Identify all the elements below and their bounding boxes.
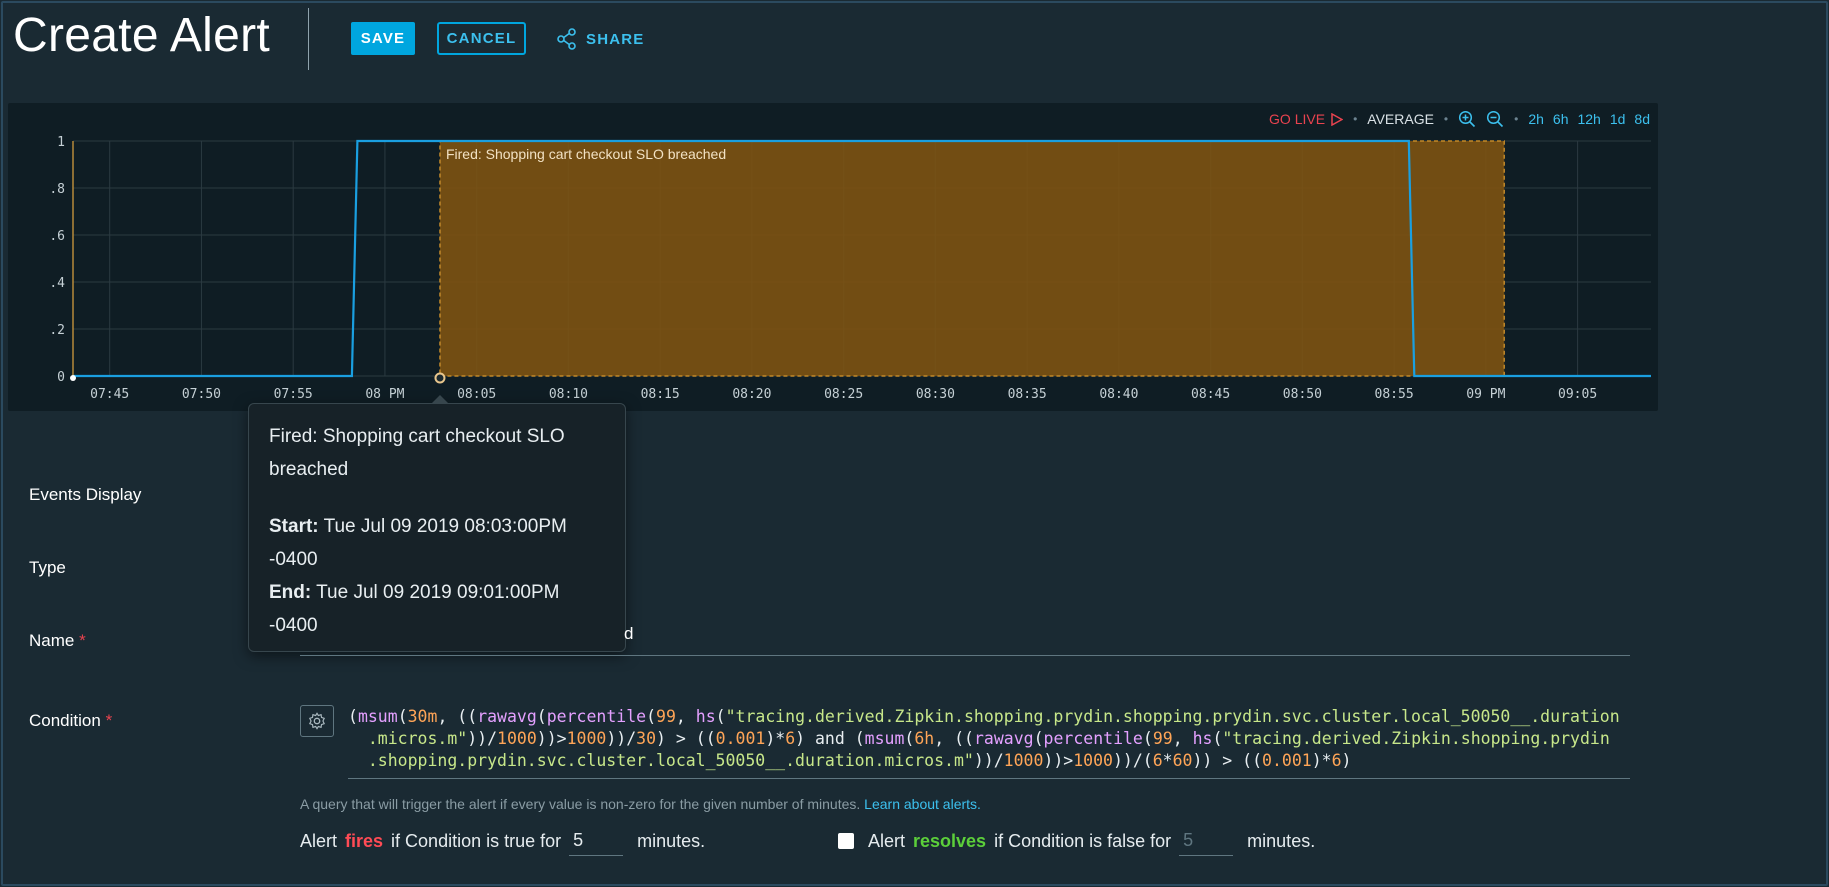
aggregation-dropdown[interactable]: AVERAGE: [1367, 111, 1434, 127]
tooltip-title: Fired: Shopping cart checkout SLO breach…: [269, 426, 565, 480]
resolves-minutes-input[interactable]: 5: [1179, 826, 1234, 856]
query-settings-button[interactable]: [300, 705, 334, 737]
condition-hint: A query that will trigger the alert if e…: [300, 796, 981, 812]
x-tick-label: 08:10: [549, 387, 588, 402]
resolves-row: Alert resolves if Condition is false for…: [838, 826, 1315, 856]
x-tick-label: 08:25: [824, 387, 863, 402]
fires-minutes-input[interactable]: 5: [569, 826, 624, 856]
range-8d-button[interactable]: 8d: [1634, 111, 1650, 127]
range-12h-button[interactable]: 12h: [1577, 111, 1600, 127]
type-label: Type: [29, 558, 66, 577]
axis-origin-dot: [70, 375, 76, 381]
share-icon: [557, 28, 576, 50]
gear-icon: [308, 712, 326, 730]
x-tick-label: 08:35: [1008, 387, 1047, 402]
go-live-button[interactable]: GO LIVE: [1269, 111, 1344, 127]
share-button[interactable]: SHARE: [556, 24, 645, 54]
x-tick-label: 09 PM: [1466, 387, 1505, 402]
x-tick-label: 08:40: [1099, 387, 1138, 402]
range-1d-button[interactable]: 1d: [1610, 111, 1626, 127]
learn-about-alerts-link[interactable]: Learn about alerts.: [864, 796, 981, 812]
y-tick-label: .8: [49, 182, 65, 197]
resolves-checkbox[interactable]: [838, 833, 854, 849]
time-range-buttons: 2h 6h 12h 1d 8d: [1528, 111, 1650, 127]
play-icon: [1331, 112, 1344, 126]
separator-dot: •: [1353, 112, 1358, 126]
y-tick-label: .6: [49, 229, 65, 244]
condition-label: Condition *: [29, 711, 113, 730]
x-tick-label: 08 PM: [365, 387, 404, 402]
share-label: SHARE: [586, 30, 645, 48]
separator-dot: •: [1443, 112, 1449, 126]
header-divider: [308, 8, 309, 70]
x-tick-label: 09:05: [1558, 387, 1597, 402]
y-tick-label: .2: [49, 323, 65, 338]
fires-row: Alert fires if Condition is true for 5 m…: [300, 826, 705, 856]
y-tick-label: 1: [57, 135, 65, 150]
zoom-out-icon[interactable]: [1486, 110, 1504, 128]
event-band: [439, 141, 1505, 376]
x-tick-label: 08:05: [457, 387, 496, 402]
name-input[interactable]: d: [300, 612, 1630, 656]
save-button[interactable]: SAVE: [351, 22, 415, 55]
event-marker: [434, 372, 446, 384]
tooltip-start: Start: Tue Jul 09 2019 08:03:00PM -0400: [269, 510, 605, 576]
name-label: Name *: [29, 631, 86, 650]
x-tick-label: 08:50: [1283, 387, 1322, 402]
tooltip-end-label: End:: [269, 582, 312, 603]
chart-panel: 0 .2 .4 .6 .8 1 07:45 07:50 07:55 08 PM 08:05 08:10…: [8, 103, 1658, 411]
x-tick-label: 08:45: [1191, 387, 1230, 402]
zoom-in-icon[interactable]: [1458, 110, 1476, 128]
name-input-value: d: [624, 623, 634, 643]
alert-preview-chart[interactable]: 0 .2 .4 .6 .8 1 07:45 07:50 07:55 08 PM 08:05 08:10…: [8, 103, 1658, 411]
tooltip-start-label: Start:: [269, 516, 319, 537]
event-band-label: Fired: Shopping cart checkout SLO breach…: [446, 146, 726, 162]
page-title: Create Alert: [13, 9, 271, 62]
x-tick-label: 07:55: [274, 387, 313, 402]
x-tick-label: 08:30: [916, 387, 955, 402]
x-tick-label: 07:45: [90, 387, 129, 402]
separator-dot: •: [1514, 112, 1519, 126]
go-live-label: GO LIVE: [1269, 111, 1326, 127]
cancel-button[interactable]: CANCEL: [437, 22, 526, 55]
events-display-label: Events Display: [29, 485, 142, 504]
condition-query-editor[interactable]: (msum(30m, ((rawavg(percentile(99, hs("t…: [348, 706, 1630, 779]
y-tick-label: 0: [57, 370, 65, 385]
range-6h-button[interactable]: 6h: [1553, 111, 1569, 127]
x-tick-label: 08:55: [1375, 387, 1414, 402]
range-2h-button[interactable]: 2h: [1528, 111, 1544, 127]
x-tick-label: 07:50: [182, 387, 221, 402]
x-tick-label: 08:20: [732, 387, 771, 402]
chart-toolbar: GO LIVE • AVERAGE • • 2h 6h 12h 1d 8d: [1269, 109, 1650, 129]
y-tick-label: .4: [49, 276, 65, 291]
x-tick-label: 08:15: [641, 387, 680, 402]
